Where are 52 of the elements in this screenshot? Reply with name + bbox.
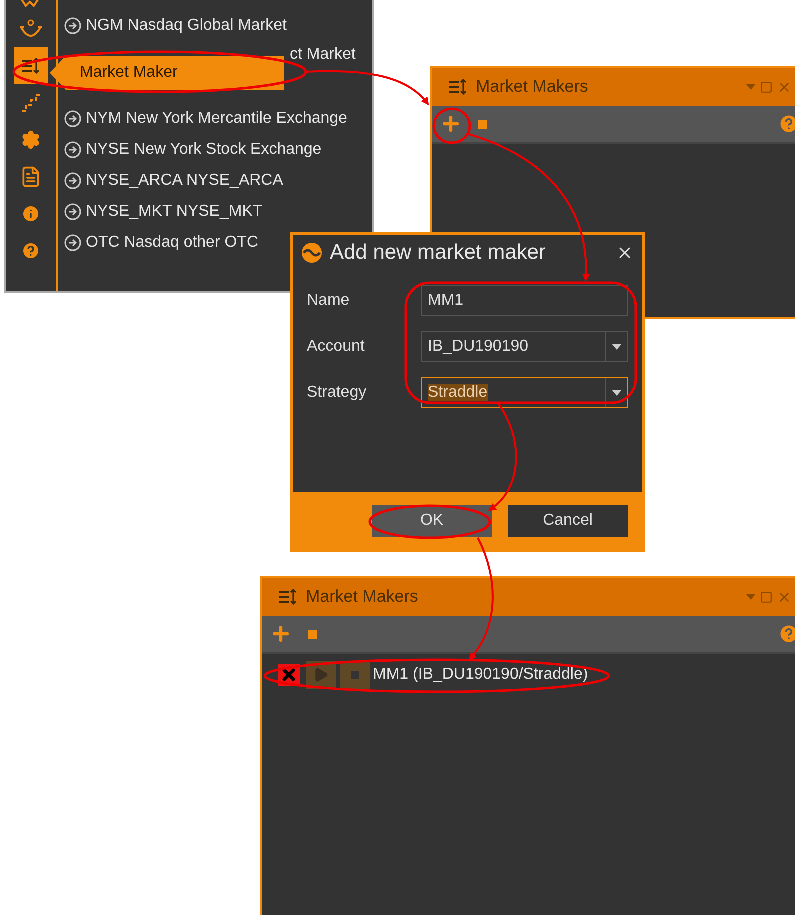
add-icon[interactable] — [440, 113, 462, 135]
field-label: Account — [307, 336, 366, 356]
exchange-item[interactable]: ct Market — [290, 43, 356, 67]
input-field[interactable]: MM1 — [421, 285, 628, 316]
dialog-logo-icon — [301, 242, 323, 264]
field-label: Name — [307, 290, 351, 310]
maximize-icon[interactable] — [760, 590, 773, 604]
dropdown[interactable]: IB_DU190190 — [421, 331, 628, 362]
arrow-circle-icon — [64, 202, 82, 220]
play-icon — [313, 667, 329, 683]
window-title: Market Makers — [306, 586, 418, 608]
arrow-circle-icon — [64, 234, 82, 252]
market-maker-item[interactable]: MM1 (IB_DU190190/Straddle) — [373, 663, 588, 687]
list-arrows-icon — [278, 589, 298, 605]
field-label: Strategy — [307, 382, 368, 402]
exchange-item[interactable]: NGM Nasdaq Global Market — [86, 14, 287, 38]
tooltip: Market Maker — [50, 56, 284, 90]
caret-icon — [612, 344, 622, 350]
stop-icon[interactable] — [478, 120, 487, 128]
maximize-icon[interactable] — [760, 80, 773, 94]
add-icon[interactable] — [270, 623, 292, 645]
exchange-item[interactable]: OTC Nasdaq other OTC — [86, 230, 258, 254]
stop-icon[interactable] — [308, 630, 317, 638]
document-icon[interactable] — [20, 166, 42, 188]
list-arrows-icon — [448, 79, 468, 95]
arrow-circle-icon — [64, 16, 82, 34]
help-icon[interactable] — [21, 240, 41, 260]
dialog-title: Add new market maker — [330, 240, 546, 266]
bowl-icon[interactable] — [19, 18, 43, 38]
stairs-icon[interactable] — [20, 92, 42, 112]
list-arrows-icon — [21, 58, 41, 74]
dropdown-icon[interactable] — [746, 84, 756, 90]
stop-button[interactable] — [340, 661, 370, 689]
arrow-circle-icon — [64, 172, 82, 190]
dialog-button[interactable]: Cancel — [508, 504, 628, 536]
info-icon[interactable] — [21, 204, 41, 224]
help-icon[interactable] — [778, 113, 795, 135]
settings-icon[interactable] — [21, 130, 41, 150]
help-icon[interactable] — [778, 623, 795, 645]
arrow-circle-icon — [64, 140, 82, 158]
exchange-item[interactable]: NYSE New York Stock Exchange — [86, 138, 322, 162]
exchange-item[interactable]: NYM New York Mercantile Exchange — [86, 106, 348, 130]
dropdown-icon[interactable] — [746, 594, 756, 600]
stop-icon — [351, 671, 359, 679]
caret-icon — [612, 390, 622, 396]
highlight-ellipse — [432, 108, 472, 144]
window-title: Market Makers — [476, 76, 588, 98]
dropdown[interactable]: Straddle — [421, 377, 628, 408]
exchange-item[interactable]: NYSE_ARCA NYSE_ARCA — [86, 168, 284, 192]
delete-icon — [280, 666, 298, 684]
exchange-item[interactable]: NYSE_MKT NYSE_MKT — [86, 200, 263, 224]
arrow-circle-icon — [64, 110, 82, 128]
